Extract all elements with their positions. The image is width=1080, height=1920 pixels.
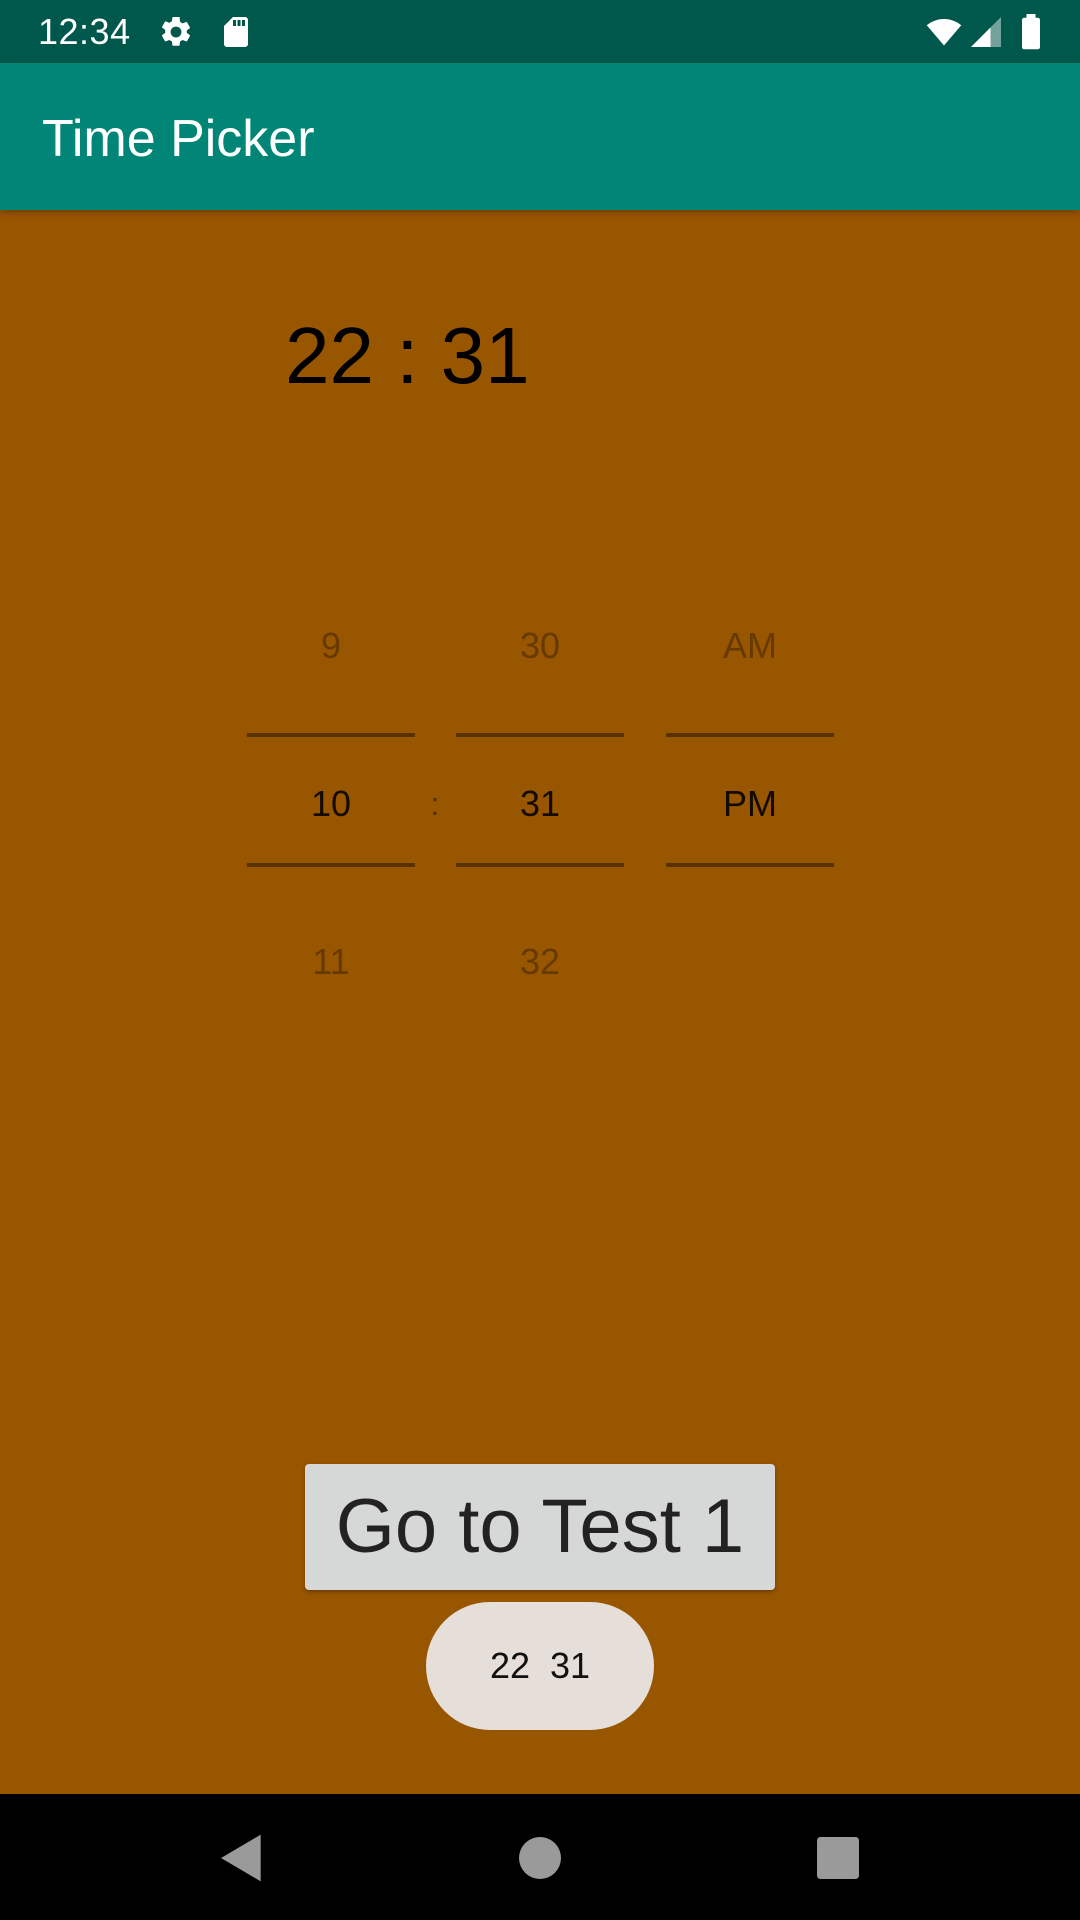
app-bar: Time Picker	[0, 63, 1080, 210]
ampm-divider-top	[666, 733, 834, 737]
ampm-divider-bottom	[666, 863, 834, 867]
minute-divider-bottom	[456, 863, 624, 867]
status-time: 12:34	[38, 11, 131, 52]
status-bar: 12:34	[0, 0, 1080, 63]
battery-icon	[1014, 14, 1048, 50]
hour-current[interactable]: 10	[247, 782, 415, 826]
hour-previous[interactable]: 9	[247, 624, 415, 668]
go-to-test-1-button[interactable]: Go to Test 1	[305, 1464, 775, 1590]
selected-time-display: 22 : 31	[285, 311, 530, 400]
wifi-icon	[924, 14, 964, 50]
minute-spinner[interactable]: 30 31 32	[456, 590, 624, 1000]
time-separator: :	[430, 786, 440, 822]
hour-spinner[interactable]: 9 10 11	[247, 590, 415, 1000]
minute-divider-top	[456, 733, 624, 737]
minute-next[interactable]: 32	[456, 940, 624, 984]
hour-next[interactable]: 11	[247, 940, 415, 984]
back-icon[interactable]	[214, 1830, 270, 1886]
minute-current[interactable]: 31	[456, 782, 624, 826]
toast-message: 22 31	[426, 1602, 654, 1730]
hour-divider-top	[247, 733, 415, 737]
ampm-previous[interactable]: AM	[666, 624, 834, 668]
signal-icon	[968, 14, 1004, 50]
recents-icon[interactable]	[810, 1830, 866, 1886]
hour-divider-bottom	[247, 863, 415, 867]
ampm-current[interactable]: PM	[666, 782, 834, 826]
sd-card-icon	[218, 14, 254, 50]
app-title: Time Picker	[42, 110, 315, 168]
minute-previous[interactable]: 30	[456, 624, 624, 668]
ampm-spinner[interactable]: AM PM	[666, 590, 834, 1000]
home-icon[interactable]	[512, 1830, 568, 1886]
settings-icon	[158, 14, 194, 50]
navigation-bar	[0, 1794, 1080, 1920]
